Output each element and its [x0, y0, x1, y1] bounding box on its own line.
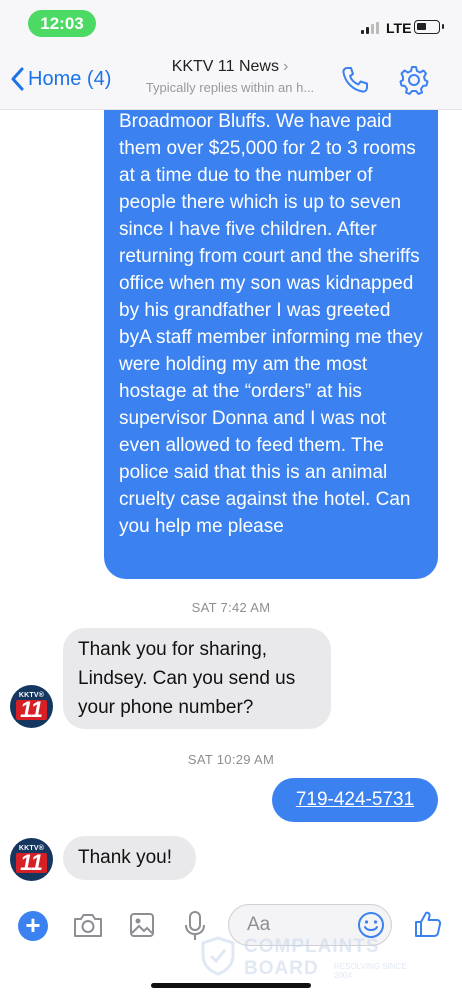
- chevron-left-icon: [11, 67, 24, 91]
- avatar[interactable]: KKTV® 11: [10, 685, 53, 728]
- contact-subtitle: Typically replies within an h...: [145, 80, 315, 95]
- timestamp: SAT 7:42 AM: [191, 600, 271, 615]
- avatar-number: 11: [16, 698, 47, 720]
- conversation-header: Home (4) KKTV 11 News › Typically replies…: [0, 48, 462, 110]
- phone-icon[interactable]: [340, 65, 370, 95]
- outgoing-message[interactable]: Broadmoor Bluffs. We have paid them over…: [104, 110, 438, 579]
- watermark-line2: BOARD: [244, 958, 319, 979]
- incoming-message[interactable]: Thank you for sharing, Lindsey. Can you …: [63, 628, 331, 729]
- message-thread[interactable]: Broadmoor Bluffs. We have paid them over…: [0, 110, 462, 890]
- contact-info-button[interactable]: KKTV 11 News › Typically replies within a…: [130, 58, 330, 95]
- contact-name: KKTV 11 News: [171, 58, 279, 75]
- photo-icon[interactable]: [128, 910, 156, 940]
- back-label: Home (4): [28, 67, 112, 90]
- watermark-tagline: RESOLVING SINCE 2004: [334, 962, 407, 980]
- phone-number-link[interactable]: 719-424-5731: [296, 789, 414, 810]
- shield-icon: [201, 936, 235, 976]
- gear-icon[interactable]: [398, 64, 430, 96]
- plus-icon[interactable]: +: [18, 911, 48, 941]
- watermark-line1: COMPLAINTS: [244, 936, 380, 957]
- outgoing-phone-message[interactable]: 719-424-5731: [272, 778, 438, 822]
- signal-icon: [361, 22, 383, 34]
- timestamp: SAT 10:29 AM: [187, 752, 275, 767]
- status-time: 12:03: [28, 10, 96, 37]
- complaints-board-watermark: COMPLAINTS BOARD RESOLVING SINCE 2004: [200, 936, 420, 980]
- camera-icon[interactable]: [72, 910, 104, 940]
- message-composer: + Aa COMPLAINTS BOARD RESOLVING SINCE 20…: [0, 890, 462, 1000]
- battery-icon: [414, 20, 444, 34]
- home-indicator[interactable]: [151, 983, 311, 988]
- back-button[interactable]: Home (4): [10, 62, 111, 96]
- status-bar: 12:03 LTE: [0, 0, 462, 48]
- avatar-number: 11: [16, 851, 47, 873]
- network-label: LTE: [386, 20, 412, 36]
- incoming-message[interactable]: Thank you!: [63, 836, 196, 880]
- avatar[interactable]: KKTV® 11: [10, 838, 53, 881]
- chevron-right-icon: ›: [282, 58, 289, 75]
